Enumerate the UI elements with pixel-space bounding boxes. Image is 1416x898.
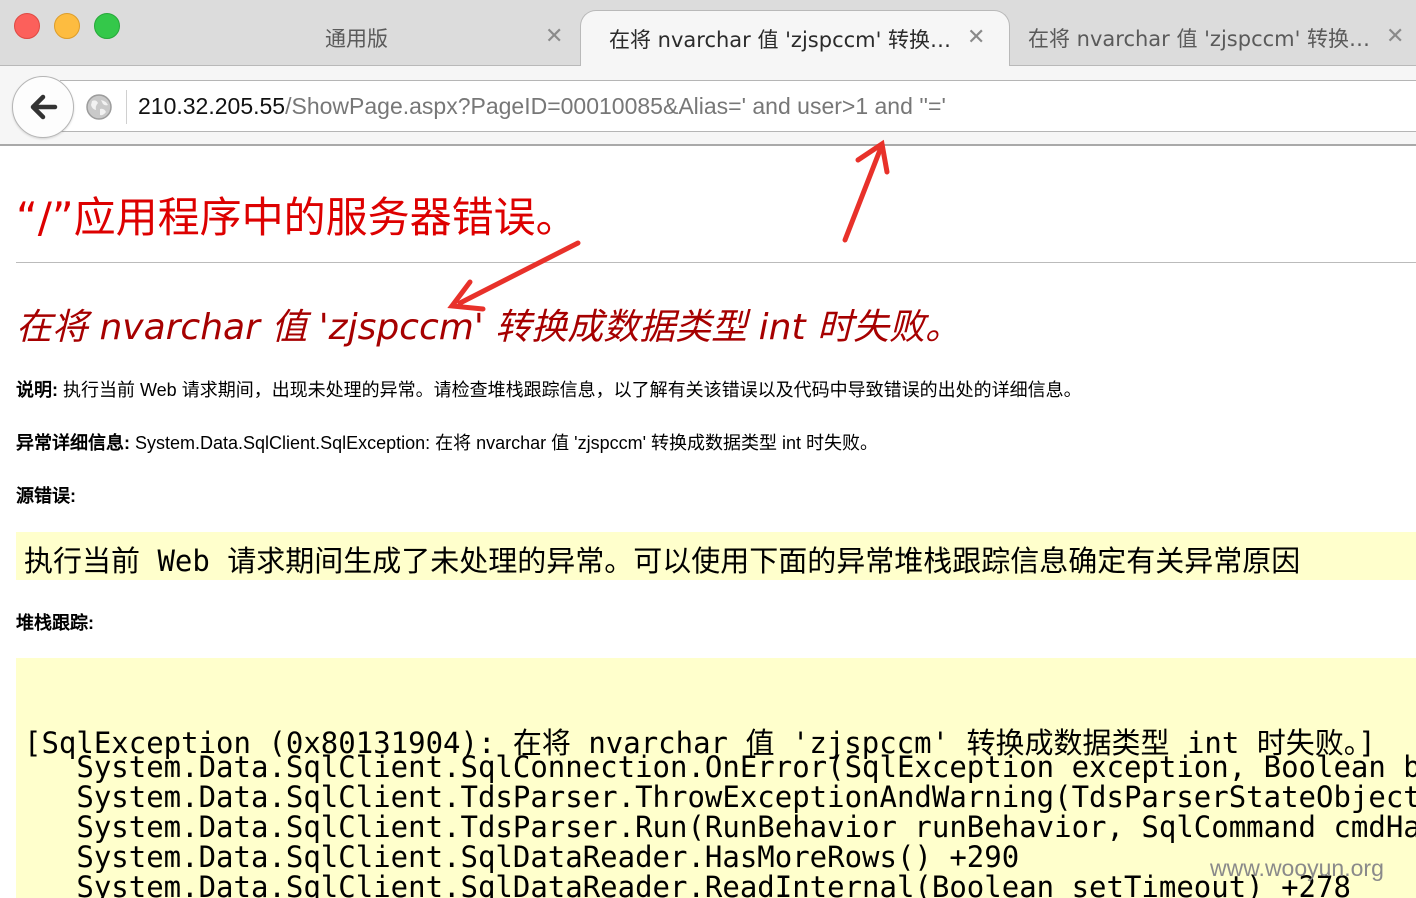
url-host: 210.32.205.55 [138,93,286,119]
globe-icon[interactable] [84,92,114,122]
page-title: “/”应用程序中的服务器错误。 [16,193,578,242]
url-path: /ShowPage.aspx?PageID=00010085&Alias=' a… [285,93,946,119]
page-content: “/”应用程序中的服务器错误。 在将 nvarchar 值 'zjspccm' … [0,148,1416,898]
url-text[interactable]: 210.32.205.55/ShowPage.aspx?PageID=00010… [138,93,946,120]
source-error-label: 源错误: [16,486,76,506]
tab-error-active[interactable]: 在将 nvarchar 值 'zjspccm' 转换… ✕ [580,10,1010,67]
stack-trace-line: System.Data.SqlClient.SqlConnection.OnEr… [24,750,1416,784]
stack-trace-label: 堆栈跟踪: [16,613,94,633]
tab-general[interactable]: 通用版 ✕ [140,10,580,66]
stack-trace-line: System.Data.SqlClient.SqlDataReader.HasM… [24,840,1020,874]
source-error-box: 执行当前 Web 请求期间生成了未处理的异常。可以使用下面的异常堆栈跟踪信息确定… [16,532,1416,580]
back-arrow-icon [30,94,58,120]
stack-trace-line: System.Data.SqlClient.TdsParser.ThrowExc… [24,780,1416,814]
stack-trace-line: System.Data.SqlClient.SqlDataReader.Read… [24,870,1351,898]
description-text: 执行当前 Web 请求期间，出现未处理的异常。请检查堆栈跟踪信息，以了解有关该错… [58,380,1082,400]
tab-error[interactable]: 在将 nvarchar 值 'zjspccm' 转换… ✕ [1010,10,1416,66]
watermark: www.wooyun.org [1210,855,1384,881]
description-label: 说明: [16,380,58,400]
back-button[interactable] [12,76,74,138]
exception-text: System.Data.SqlClient.SqlException: 在将 n… [130,433,879,453]
stack-trace-line: System.Data.SqlClient.TdsParser.Run(RunB… [24,810,1416,844]
tab-close-icon[interactable]: ✕ [967,25,985,50]
close-window-button[interactable] [14,13,40,39]
tab-close-icon[interactable]: ✕ [1386,24,1404,49]
error-message: 在将 nvarchar 值 'zjspccm' 转换成数据类型 int 时失败。 [16,307,962,348]
minimize-window-button[interactable] [54,13,80,39]
zoom-window-button[interactable] [94,13,120,39]
tab-title: 通用版 [325,27,388,51]
stack-trace-box: [SqlException (0x80131904): 在将 nvarchar … [16,658,1416,898]
url-separator [126,90,127,124]
tab-bar: 通用版 ✕ 在将 nvarchar 值 'zjspccm' 转换… ✕ 在将 n… [0,0,1416,67]
navigation-bar: 210.32.205.55/ShowPage.aspx?PageID=00010… [0,66,1416,146]
description: 说明: 执行当前 Web 请求期间，出现未处理的异常。请检查堆栈跟踪信息，以了解… [16,376,1082,402]
exception-details: 异常详细信息: System.Data.SqlClient.SqlExcepti… [16,429,878,455]
tab-close-icon[interactable]: ✕ [545,24,563,49]
tab-title: 在将 nvarchar 值 'zjspccm' 转换… [609,28,952,52]
divider [16,262,1416,263]
tab-title: 在将 nvarchar 值 'zjspccm' 转换… [1028,27,1371,51]
exception-label: 异常详细信息: [16,433,130,453]
